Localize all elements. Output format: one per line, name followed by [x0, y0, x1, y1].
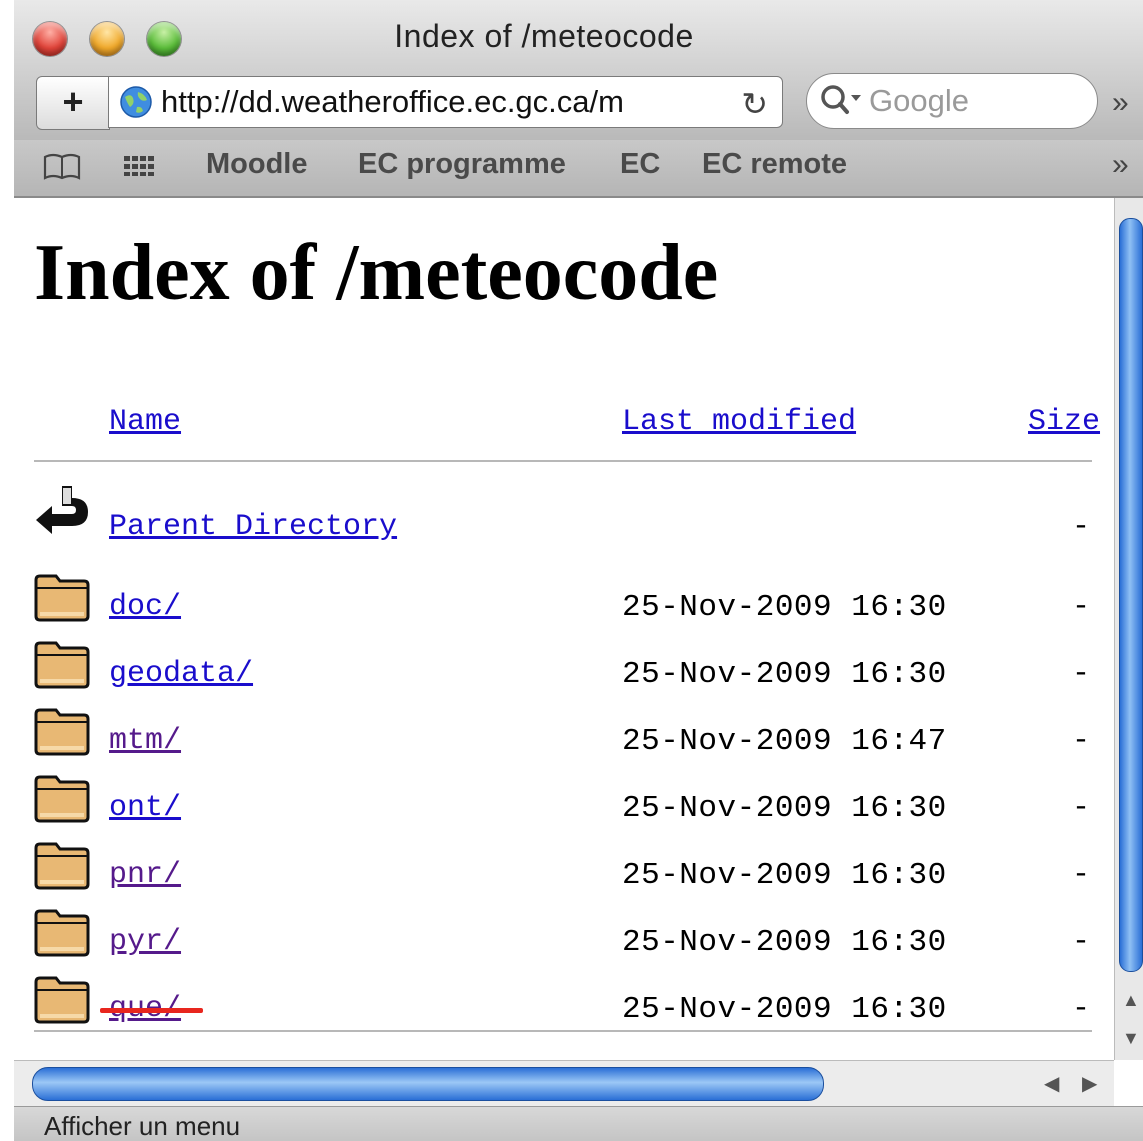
table-row: Parent Directory - — [14, 482, 1114, 544]
title-toolbar-area: Index of /meteocode + http://dd.weathero… — [14, 0, 1143, 140]
minimize-window-button[interactable] — [90, 22, 124, 56]
row-date: 25-Nov-2009 16:30 — [622, 657, 947, 692]
annotation-underline — [100, 1008, 203, 1013]
row-size: - — [1072, 925, 1091, 959]
horizontal-scroll-thumb[interactable] — [32, 1067, 824, 1101]
row-date: 25-Nov-2009 16:30 — [622, 992, 947, 1027]
bookmark-ec-remote[interactable]: EC remote — [702, 148, 847, 181]
table-row: que/ 25-Nov-2009 16:30 - — [14, 974, 1114, 1034]
scroll-left-arrow-icon[interactable]: ◀ — [1044, 1071, 1059, 1096]
vertical-scrollbar[interactable]: ▲ ▼ — [1114, 198, 1143, 1060]
row-size: - — [1072, 510, 1091, 544]
vertical-scroll-thumb[interactable] — [1119, 218, 1143, 972]
folder-link-pyr[interactable]: pyr/ — [109, 925, 181, 959]
scroll-right-arrow-icon[interactable]: ▶ — [1082, 1071, 1097, 1096]
row-size: - — [1072, 992, 1091, 1026]
row-size: - — [1072, 590, 1091, 624]
column-header-size[interactable]: Size — [1028, 405, 1100, 439]
row-size: - — [1072, 791, 1091, 825]
book-icon[interactable] — [42, 152, 82, 182]
window-title: Index of /meteocode — [394, 18, 694, 54]
url-text[interactable]: http://dd.weatheroffice.ec.gc.ca/m — [161, 84, 721, 120]
bookmark-ec[interactable]: EC — [620, 148, 660, 181]
folder-link-pnr[interactable]: pnr/ — [109, 858, 181, 892]
bookmark-ec-programme[interactable]: EC programme — [358, 148, 566, 181]
column-header-name[interactable]: Name — [109, 405, 181, 439]
folder-icon — [34, 574, 90, 622]
bookmarks-overflow-icon[interactable]: » — [1112, 148, 1129, 182]
parent-directory-link[interactable]: Parent Directory — [109, 510, 397, 544]
search-field[interactable]: Google — [806, 73, 1098, 129]
scroll-up-arrow-icon[interactable]: ▲ — [1122, 990, 1140, 1011]
status-bar: Afficher un menu — [14, 1106, 1143, 1141]
table-row: doc/ 25-Nov-2009 16:30 - — [14, 572, 1114, 632]
bookmark-moodle[interactable]: Moodle — [206, 148, 308, 181]
add-bookmark-button[interactable]: + — [36, 76, 110, 130]
row-size: - — [1072, 858, 1091, 892]
zoom-window-button[interactable] — [147, 22, 181, 56]
footer-divider — [34, 1030, 1092, 1032]
folder-icon — [34, 842, 90, 890]
globe-icon — [120, 86, 152, 118]
table-row: pnr/ 25-Nov-2009 16:30 - — [14, 840, 1114, 900]
folder-link-mtm[interactable]: mtm/ — [109, 724, 181, 758]
header-divider — [34, 460, 1092, 462]
toolbar-overflow-icon[interactable]: » — [1112, 86, 1129, 120]
folder-icon — [34, 641, 90, 689]
row-size: - — [1072, 724, 1091, 758]
browser-window: Index of /meteocode + http://dd.weathero… — [14, 0, 1143, 1141]
row-date: 25-Nov-2009 16:47 — [622, 724, 947, 759]
search-placeholder: Google — [869, 83, 969, 118]
bookmarks-bar: Moodle EC programme EC EC remote » — [14, 140, 1143, 196]
table-row: geodata/ 25-Nov-2009 16:30 - — [14, 639, 1114, 699]
url-bar[interactable]: http://dd.weatheroffice.ec.gc.ca/m ↻ — [108, 76, 783, 128]
folder-link-ont[interactable]: ont/ — [109, 791, 181, 825]
page-title: Index of /meteocode — [34, 229, 719, 317]
row-size: - — [1072, 657, 1091, 691]
column-header-last-modified[interactable]: Last modified — [622, 405, 856, 439]
folder-icon — [34, 708, 90, 756]
folder-link-doc[interactable]: doc/ — [109, 590, 181, 624]
status-text: Afficher un menu — [44, 1111, 241, 1141]
folder-icon — [34, 775, 90, 823]
folder-link-geodata[interactable]: geodata/ — [109, 657, 253, 691]
row-date: 25-Nov-2009 16:30 — [622, 858, 947, 893]
table-row: mtm/ 25-Nov-2009 16:47 - — [14, 706, 1114, 766]
table-row: pyr/ 25-Nov-2009 16:30 - — [14, 907, 1114, 967]
horizontal-scrollbar[interactable]: ◀ ▶ — [14, 1060, 1114, 1107]
search-icon — [821, 85, 861, 114]
folder-icon — [34, 976, 90, 1024]
page-content: Index of /meteocode Name Last modified S… — [14, 198, 1114, 1060]
folder-icon — [34, 909, 90, 957]
row-date: 25-Nov-2009 16:30 — [622, 590, 947, 625]
row-date: 25-Nov-2009 16:30 — [622, 925, 947, 960]
row-date: 25-Nov-2009 16:30 — [622, 791, 947, 826]
grid-icon[interactable] — [122, 154, 156, 178]
back-arrow-icon — [36, 486, 88, 534]
scroll-down-arrow-icon[interactable]: ▼ — [1122, 1028, 1140, 1049]
close-window-button[interactable] — [33, 22, 67, 56]
reload-icon[interactable]: ↻ — [741, 85, 768, 123]
table-row: ont/ 25-Nov-2009 16:30 - — [14, 773, 1114, 833]
